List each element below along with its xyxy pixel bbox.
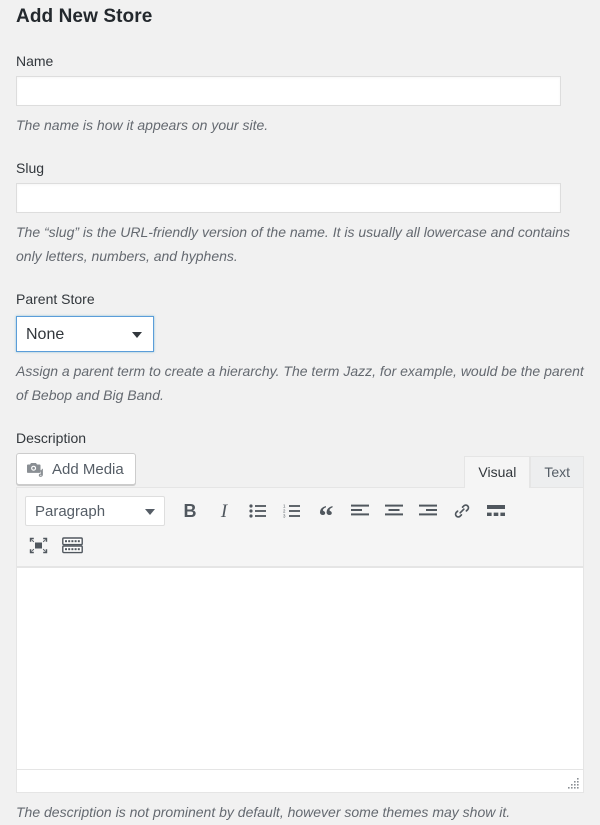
resize-grip-icon[interactable] bbox=[567, 777, 580, 790]
add-media-button[interactable]: Add Media bbox=[16, 453, 136, 485]
insert-link-icon[interactable] bbox=[445, 495, 479, 527]
parent-store-select[interactable]: None bbox=[16, 316, 154, 352]
italic-glyph: I bbox=[220, 500, 228, 522]
toolbar-row-1: Paragraph B I 1 2 3 “ bbox=[21, 494, 579, 533]
read-more-icon[interactable] bbox=[479, 495, 513, 527]
bulleted-list-icon[interactable] bbox=[241, 495, 275, 527]
slug-input[interactable] bbox=[16, 183, 561, 213]
slug-label: Slug bbox=[16, 160, 45, 176]
editor-status-bar bbox=[17, 769, 583, 792]
parent-store-label: Parent Store bbox=[16, 291, 95, 307]
italic-icon[interactable]: I bbox=[207, 495, 241, 527]
slug-field-group: Slug The “slug” is the URL-friendly vers… bbox=[0, 159, 600, 268]
name-field-group: Name The name is how it appears on your … bbox=[0, 52, 600, 137]
parent-store-description: Assign a parent term to create a hierarc… bbox=[16, 363, 584, 403]
description-help-text: The description is not prominent by defa… bbox=[16, 804, 511, 820]
align-right-icon[interactable] bbox=[411, 495, 445, 527]
page-title: Add New Store bbox=[16, 6, 153, 27]
svg-text:3: 3 bbox=[283, 514, 286, 518]
editor-top-row: Add Media Visual Text bbox=[16, 453, 584, 488]
tab-visual[interactable]: Visual bbox=[464, 456, 531, 488]
align-center-icon[interactable] bbox=[377, 495, 411, 527]
slug-description: The “slug” is the URL-friendly version o… bbox=[16, 224, 571, 264]
parent-store-select-wrap: None bbox=[16, 316, 154, 352]
toolbar-row-2 bbox=[21, 528, 579, 562]
add-new-store-page: Add New Store Name The name is how it ap… bbox=[0, 0, 600, 825]
parent-store-field-group: Parent Store None Assign a parent term t… bbox=[0, 290, 600, 407]
editor-toolbar: Paragraph B I 1 2 3 “ bbox=[17, 488, 583, 567]
tab-text[interactable]: Text bbox=[530, 456, 584, 488]
camera-music-icon bbox=[26, 461, 45, 478]
name-label: Name bbox=[16, 53, 54, 69]
name-description: The name is how it appears on your site. bbox=[16, 117, 269, 133]
align-left-icon[interactable] bbox=[343, 495, 377, 527]
description-label: Description bbox=[16, 430, 87, 446]
format-select[interactable]: Paragraph bbox=[25, 496, 165, 526]
blockquote-icon[interactable]: “ bbox=[309, 495, 343, 533]
fullscreen-icon[interactable] bbox=[21, 529, 55, 561]
description-field-group: Description Add Media Visual Text Paragr… bbox=[0, 429, 600, 793]
bold-glyph: B bbox=[183, 501, 197, 521]
format-select-wrap: Paragraph bbox=[25, 496, 165, 526]
add-media-label: Add Media bbox=[52, 460, 124, 478]
bold-icon[interactable]: B bbox=[173, 495, 207, 527]
blockquote-glyph: “ bbox=[318, 500, 334, 533]
editor-mode-tabs: Visual Text bbox=[464, 456, 584, 488]
editor-frame: Paragraph B I 1 2 3 “ bbox=[16, 487, 584, 793]
toolbar-toggle-icon[interactable] bbox=[55, 529, 89, 561]
editor-content-area[interactable] bbox=[17, 567, 583, 769]
name-input[interactable] bbox=[16, 76, 561, 106]
numbered-list-icon[interactable]: 1 2 3 bbox=[275, 495, 309, 527]
